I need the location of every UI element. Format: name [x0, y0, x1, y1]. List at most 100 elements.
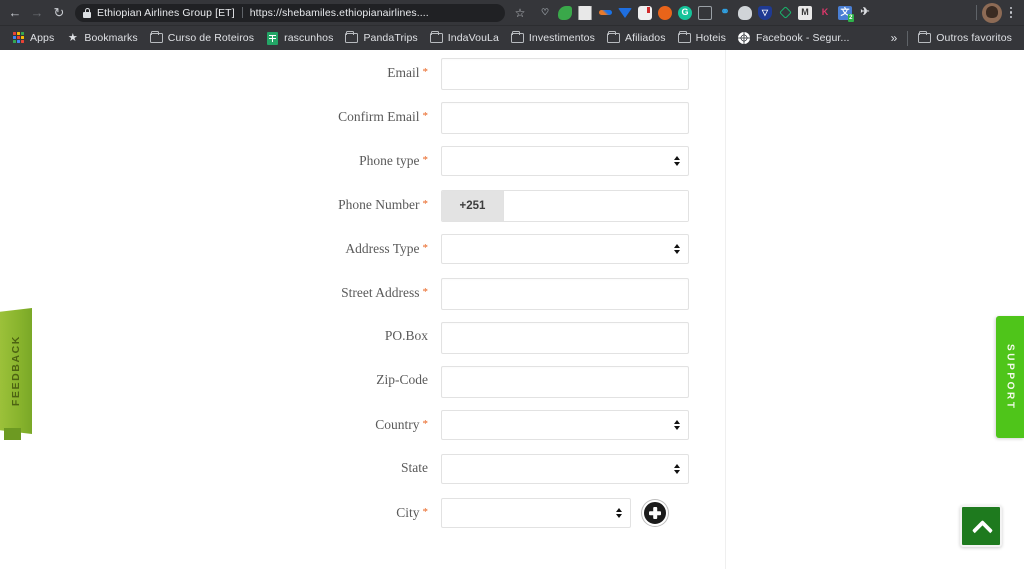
back-button[interactable]: ←: [4, 2, 26, 24]
mendeley-extension-icon[interactable]: M: [795, 3, 815, 23]
form-row-confirm-email: Confirm Email *: [0, 102, 725, 146]
extension-glyph: [638, 5, 652, 20]
flight-tracker-extension-icon[interactable]: ✈: [855, 3, 875, 23]
input-confirm-email[interactable]: [441, 102, 689, 134]
klarna-extension-icon[interactable]: K: [815, 3, 835, 23]
bookmark-item[interactable]: Curso de Roteiros: [144, 29, 260, 48]
google-sheets-icon: [266, 31, 279, 45]
field-wrap-city: [441, 498, 725, 528]
field-wrap-address-type: [441, 234, 725, 264]
bookmark-item[interactable]: Investimentos: [505, 29, 601, 48]
field-wrap-zip-code: [441, 366, 725, 398]
grammarly-extension-icon[interactable]: G: [675, 3, 695, 23]
dictionary-extension-icon[interactable]: [575, 3, 595, 23]
folder-icon: [429, 31, 443, 45]
bookmark-item[interactable]: PandaTrips: [339, 29, 423, 48]
select-address-type[interactable]: [441, 234, 689, 264]
bookmark-item[interactable]: Facebook - Segur...: [732, 29, 856, 48]
input-email[interactable]: [441, 58, 689, 90]
bookmark-label: Investimentos: [528, 32, 595, 44]
cloud-extension-icon[interactable]: [735, 3, 755, 23]
label-text: Zip-Code: [376, 372, 428, 387]
browser-chrome: ← → ↻ Ethiopian Airlines Group [ET] http…: [0, 0, 1024, 50]
select-arrows-icon: [673, 462, 680, 476]
select-state[interactable]: [441, 454, 689, 484]
select-arrows-icon: [615, 506, 622, 520]
pinterest-save-extension-icon[interactable]: [695, 3, 715, 23]
form-row-phone-type: Phone type *: [0, 146, 725, 190]
label-email: Email *: [0, 58, 441, 87]
field-wrap-state: [441, 454, 725, 484]
bookmark-label: IndaVouLa: [447, 32, 499, 44]
required-marker: *: [422, 154, 429, 166]
city-field-group: [441, 498, 725, 528]
address-bar[interactable]: Ethiopian Airlines Group [ET] https://sh…: [75, 3, 505, 22]
addon-extension-icon[interactable]: [635, 3, 655, 23]
input-zip-code[interactable]: [441, 366, 689, 398]
bookmark-item[interactable]: ★ Bookmarks: [60, 29, 143, 48]
select-country[interactable]: [441, 410, 689, 440]
avatar[interactable]: [982, 2, 1002, 23]
scroll-to-top-button[interactable]: [960, 505, 1002, 547]
folder-icon: [510, 31, 524, 45]
bookmark-star-icon[interactable]: ☆: [509, 2, 531, 24]
bookmark-item[interactable]: Apps: [6, 29, 60, 48]
label-text: City: [396, 505, 420, 520]
required-marker: *: [422, 110, 429, 122]
evernote-extension-icon[interactable]: [555, 3, 575, 23]
label-country: Country *: [0, 410, 441, 439]
field-wrap-street-address: [441, 278, 725, 310]
chevron-up-icon: [973, 518, 989, 534]
phone-number-group: +251: [441, 190, 689, 222]
label-text: PO.Box: [384, 328, 428, 343]
required-marker: *: [422, 286, 429, 298]
input-street-address[interactable]: [441, 278, 689, 310]
bookmark-item[interactable]: Afiliados: [601, 29, 672, 48]
extension-glyph: [558, 5, 572, 20]
bookmark-other-favorites[interactable]: Outros favoritos: [912, 29, 1018, 48]
label-confirm-email: Confirm Email *: [0, 102, 441, 131]
label-text: Phone type: [359, 153, 420, 168]
registration-form-pane: Email * Confirm Email * Phone type * Phone Num…: [0, 50, 726, 569]
bookmarks-overflow-button[interactable]: »: [885, 31, 904, 45]
link-extension-icon[interactable]: ⚭: [715, 3, 735, 23]
vpn-extension-icon[interactable]: [775, 3, 795, 23]
support-tab[interactable]: SUPPORT: [996, 316, 1024, 438]
extension-glyph: [778, 6, 792, 19]
extension-glyph: ✈: [860, 6, 870, 18]
input-phone-number[interactable]: [504, 191, 688, 221]
bookmark-label: Facebook - Segur...: [755, 32, 850, 44]
brave-extension-icon[interactable]: [655, 3, 675, 23]
feedback-tab-label: FEEDBACK: [10, 335, 22, 407]
folder-icon: [149, 31, 163, 45]
bookmark-item[interactable]: Hoteis: [672, 29, 732, 48]
feedback-tab[interactable]: FEEDBACK: [0, 308, 32, 434]
plus-circle-icon[interactable]: [642, 500, 668, 526]
feedback-tab-foot: [4, 428, 21, 440]
label-text: Address Type: [345, 241, 420, 256]
omnibox-separator: [241, 7, 243, 18]
colorpicker-extension-icon[interactable]: [595, 3, 615, 23]
bookmark-label: Bookmarks: [84, 32, 138, 44]
field-wrap-phone-number: +251: [441, 190, 725, 222]
select-city[interactable]: [441, 498, 631, 528]
forward-button[interactable]: →: [26, 2, 48, 24]
select-phone-type[interactable]: [441, 146, 689, 176]
label-phone-type: Phone type *: [0, 146, 441, 175]
chrome-menu-icon[interactable]: [1002, 3, 1020, 23]
form-row-po-box: PO.Box: [0, 322, 725, 366]
extension-badge: 2: [847, 13, 854, 22]
select-arrows-icon: [673, 242, 680, 256]
input-po-box[interactable]: [441, 322, 689, 354]
phone-country-code: +251: [442, 191, 504, 221]
dropbox-extension-icon[interactable]: [615, 3, 635, 23]
bookmark-label: Outros favoritos: [936, 32, 1012, 44]
bookmark-item[interactable]: IndaVouLa: [424, 29, 505, 48]
extension-glyph: G: [678, 5, 692, 20]
reload-button[interactable]: ↻: [48, 2, 70, 24]
honey-extension-icon[interactable]: ▽: [755, 3, 775, 23]
bookmark-item[interactable]: rascunhos: [260, 29, 339, 48]
pocket-extension-icon[interactable]: ♡: [535, 3, 555, 23]
label-address-type: Address Type *: [0, 234, 441, 263]
translate-extension-icon[interactable]: 文2: [835, 3, 855, 23]
